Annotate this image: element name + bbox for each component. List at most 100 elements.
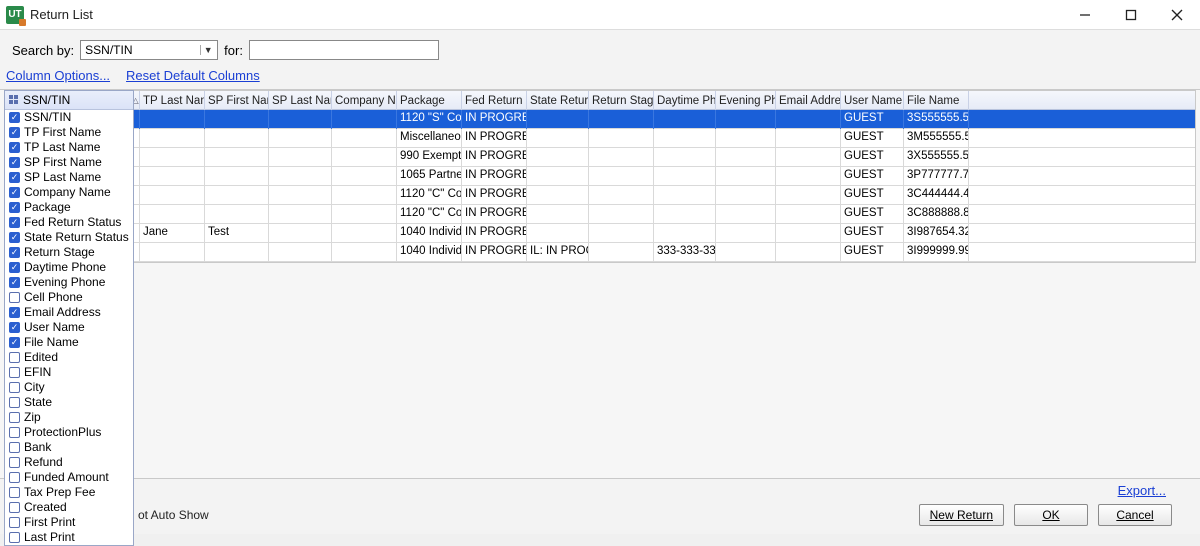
cell [332,129,397,148]
column-toggle-funded-amount[interactable]: Funded Amount [5,470,133,485]
column-toggle-return-stage[interactable]: Return Stage [5,245,133,260]
titlebar: UT Return List [0,0,1200,30]
checkbox-icon [9,142,20,153]
column-header-12[interactable]: Email Addres [776,91,841,110]
column-toggle-file-name[interactable]: File Name [5,335,133,350]
table-row[interactable]: 1120 "C" CorIN PROGRESGUEST3C444444.4 [5,186,1195,205]
column-header-8[interactable]: State Return [527,91,589,110]
cell [140,205,205,224]
column-toggle-tax-prep-fee[interactable]: Tax Prep Fee [5,485,133,500]
table-row[interactable]: TestJaneTest1040 IndividIN PROGRESGUEST3… [5,224,1195,243]
table-row[interactable]: Testerson1040 IndividIN PROGRESIL: IN PR… [5,243,1195,262]
search-bar: Search by: SSN/TIN ▼ for: [0,30,1200,66]
search-field-value: SSN/TIN [85,43,132,57]
column-toggle-efin[interactable]: EFIN [5,365,133,380]
minimize-button[interactable] [1062,0,1108,30]
column-options-link[interactable]: Column Options... [6,68,110,83]
column-toggle-edited[interactable]: Edited [5,350,133,365]
column-toggle-label: City [24,380,45,395]
column-header-3[interactable]: SP First Nam [205,91,269,110]
column-toggle-label: User Name [24,320,85,335]
column-toggle-label: EFIN [24,365,51,380]
column-header-7[interactable]: Fed Return S [462,91,527,110]
column-toggle-last-print[interactable]: Last Print [5,530,133,545]
cell: 1120 "S" Cor [397,110,462,129]
column-toggle-cell-phone[interactable]: Cell Phone [5,290,133,305]
column-toggle-bank[interactable]: Bank [5,440,133,455]
column-header-14[interactable]: File Name [904,91,969,110]
cell: GUEST [841,205,904,224]
checkbox-icon [9,277,20,288]
column-toggle-tp-last-name[interactable]: TP Last Name [5,140,133,155]
cell: 333-333-333 [654,243,716,262]
column-toggle-label: TP Last Name [24,140,100,155]
table-row[interactable]: MiscellaneouIN PROGRESGUEST3M555555.5 [5,129,1195,148]
search-by-label: Search by: [12,43,74,58]
column-header-9[interactable]: Return Stag [589,91,654,110]
column-toggle-label: State Return Status [24,230,129,245]
column-toggle-protectionplus[interactable]: ProtectionPlus [5,425,133,440]
cell: GUEST [841,167,904,186]
column-header-11[interactable]: Evening Pho [716,91,776,110]
close-button[interactable] [1154,0,1200,30]
search-for-input[interactable] [249,40,439,60]
ok-button[interactable]: OK [1014,504,1088,526]
column-toggle-evening-phone[interactable]: Evening Phone [5,275,133,290]
column-header-10[interactable]: Daytime Pho [654,91,716,110]
column-toggle-refund[interactable]: Refund [5,455,133,470]
maximize-button[interactable] [1108,0,1154,30]
cancel-button[interactable]: Cancel [1098,504,1172,526]
cell [589,224,654,243]
cell [716,167,776,186]
column-toggle-first-print[interactable]: First Print [5,515,133,530]
column-header-6[interactable]: Package [397,91,462,110]
cell [140,186,205,205]
column-toggle-sp-last-name[interactable]: SP Last Name [5,170,133,185]
column-toggle-package[interactable]: Package [5,200,133,215]
column-toggle-state[interactable]: State [5,395,133,410]
cell [269,110,332,129]
cell [716,205,776,224]
column-toggle-created[interactable]: Created [5,500,133,515]
cell: IN PROGRES [462,110,527,129]
cell: Jane [140,224,205,243]
cell [527,224,589,243]
column-toggle-label: Last Print [24,530,75,545]
column-toggle-tp-first-name[interactable]: TP First Name [5,125,133,140]
column-toggle-user-name[interactable]: User Name [5,320,133,335]
column-toggle-sp-first-name[interactable]: SP First Name [5,155,133,170]
column-header-13[interactable]: User Name [841,91,904,110]
cell: 1040 Individ [397,243,462,262]
search-field-combo[interactable]: SSN/TIN ▼ [80,40,218,60]
reset-columns-link[interactable]: Reset Default Columns [126,68,260,83]
column-toggle-email-address[interactable]: Email Address [5,305,133,320]
column-chooser-header[interactable]: SSN/TIN [5,91,133,110]
column-toggle-ssn-tin[interactable]: SSN/TIN [5,110,133,125]
checkbox-icon [9,232,20,243]
column-toggle-company-name[interactable]: Company Name [5,185,133,200]
cell: 1065 Partne [397,167,462,186]
checkbox-icon [9,442,20,453]
column-toggle-fed-return-status[interactable]: Fed Return Status [5,215,133,230]
new-return-button[interactable]: New Return [919,504,1004,526]
checkbox-icon [9,427,20,438]
export-link[interactable]: Export... [1118,483,1166,498]
column-toggle-city[interactable]: City [5,380,133,395]
table-row[interactable]: 1120 "S" CorIN PROGRESGUEST3S555555.5 [5,110,1195,129]
table-row[interactable]: 990 ExemptIN PROGRESGUEST3X555555.5 [5,148,1195,167]
column-toggle-zip[interactable]: Zip [5,410,133,425]
table-row[interactable]: 1065 PartneIN PROGRESGUEST3P777777.7 [5,167,1195,186]
cell [332,224,397,243]
column-header-2[interactable]: TP Last Nam [140,91,205,110]
column-toggle-label: Funded Amount [24,470,109,485]
column-toggle-label: Tax Prep Fee [24,485,95,500]
table-row[interactable]: 1120 "C" CorIN PROGRESGUEST3C888888.8 [5,205,1195,224]
checkbox-icon [9,202,20,213]
column-header-5[interactable]: Company Na [332,91,397,110]
cell [140,243,205,262]
column-toggle-daytime-phone[interactable]: Daytime Phone [5,260,133,275]
column-chooser-header-text: SSN/TIN [23,93,70,107]
cell: 990 Exempt [397,148,462,167]
column-header-4[interactable]: SP Last Nam [269,91,332,110]
column-toggle-state-return-status[interactable]: State Return Status [5,230,133,245]
